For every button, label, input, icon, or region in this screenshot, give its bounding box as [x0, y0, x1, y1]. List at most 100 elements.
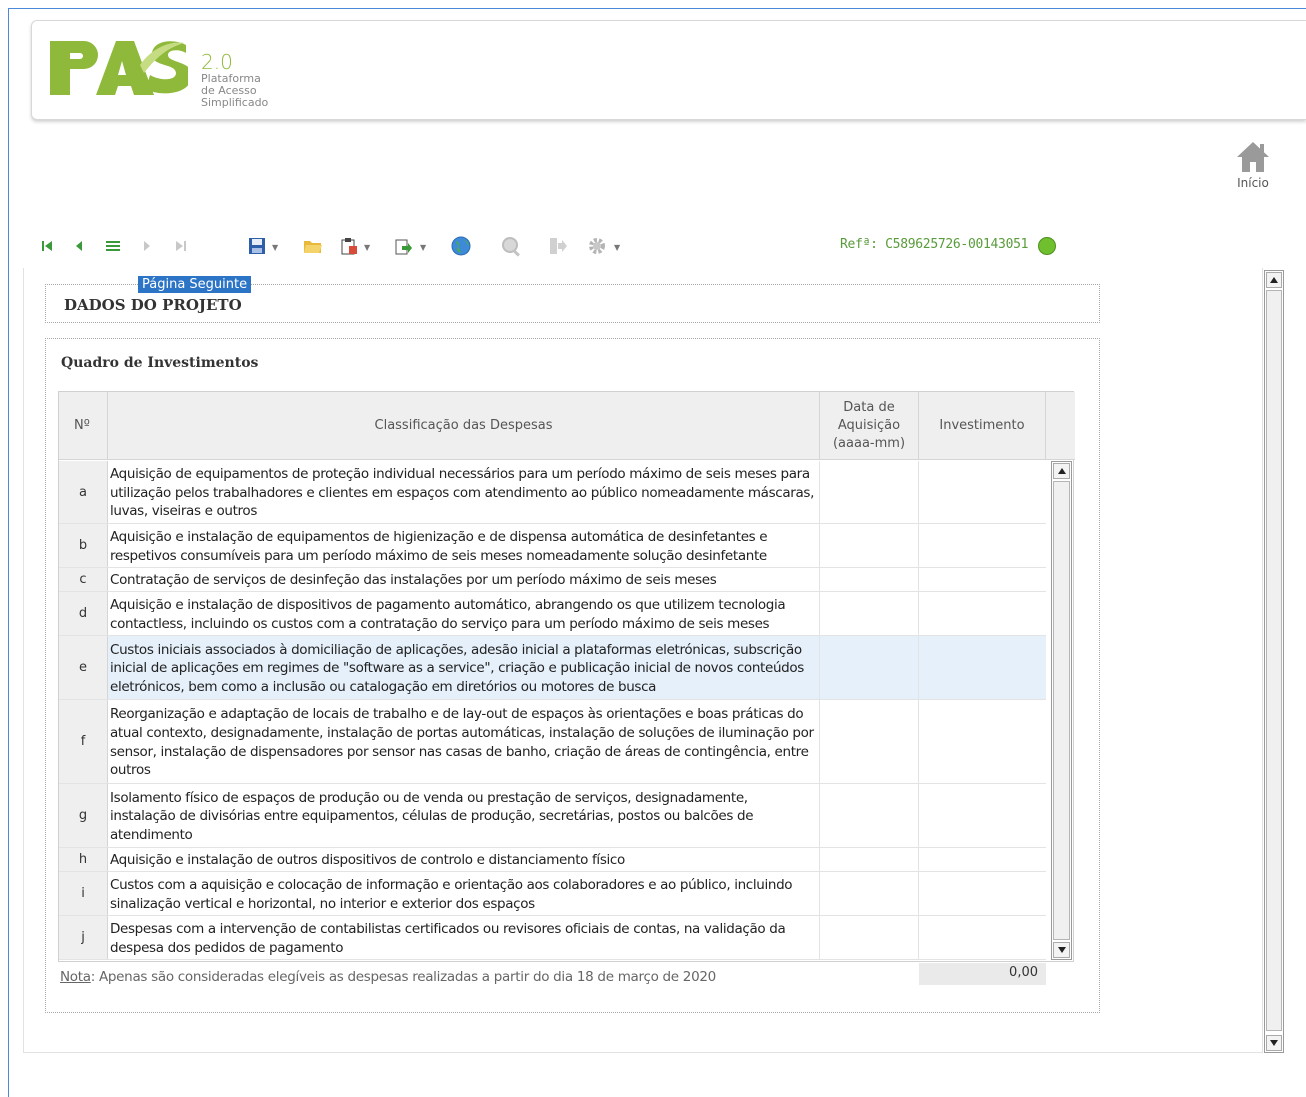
investment-cell[interactable] [919, 916, 1046, 959]
header: 2.0 Plataforma de Acesso Simplificado [31, 20, 1306, 120]
clipboard-dropdown-icon[interactable]: ▼ [364, 243, 370, 252]
row-number: h [59, 848, 108, 871]
row-number: g [59, 784, 108, 847]
acquisition-date-cell[interactable] [820, 784, 919, 847]
table-row[interactable]: b Aquisição e instalação de equipamentos … [59, 524, 1046, 568]
row-number: c [59, 568, 108, 591]
row-number: j [59, 916, 108, 959]
exit-icon[interactable] [546, 232, 568, 260]
column-header-date: Data de Aquisição (aaaa-mm) [820, 392, 919, 460]
investment-cell[interactable] [919, 461, 1046, 523]
investments-title: Quadro de Investimentos [61, 355, 259, 371]
open-folder-icon[interactable] [302, 232, 324, 260]
expense-classification: Contratação de serviços de desinfeção da… [108, 568, 820, 591]
home-label: Início [1237, 176, 1269, 190]
frame-border-left [8, 8, 9, 1097]
row-number: a [59, 461, 108, 523]
expense-classification: Aquisição e instalação de equipamentos d… [108, 524, 820, 567]
table-row[interactable]: h Aquisição e instalação de outros dispos… [59, 848, 1046, 872]
investment-total: 0,00 [919, 963, 1046, 985]
frame-border-top [8, 8, 1306, 9]
acquisition-date-cell[interactable] [820, 461, 919, 523]
acquisition-date-cell[interactable] [820, 700, 919, 783]
row-number: b [59, 524, 108, 567]
expense-classification: Aquisição e instalação de outros disposi… [108, 848, 820, 871]
acquisition-date-cell[interactable] [820, 872, 919, 915]
table-scroll-down-button[interactable] [1053, 942, 1070, 958]
investment-cell[interactable] [919, 784, 1046, 847]
expense-classification: Aquisição e instalação de dispositivos d… [108, 592, 820, 635]
clipboard-icon[interactable] [338, 232, 360, 260]
acquisition-date-cell[interactable] [820, 916, 919, 959]
row-number: d [59, 592, 108, 635]
acquisition-date-cell[interactable] [820, 592, 919, 635]
search-icon[interactable] [500, 232, 522, 260]
table-row[interactable]: a Aquisição de equipamentos de proteção i… [59, 461, 1046, 524]
acquisition-date-cell[interactable] [820, 636, 919, 699]
export-icon[interactable] [392, 232, 414, 260]
expense-classification: Isolamento físico de espaços de produção… [108, 784, 820, 847]
investment-cell[interactable] [919, 872, 1046, 915]
table-row[interactable]: i Custos com a aquisição e colocação de i… [59, 872, 1046, 916]
investments-table: Nº Classificação das Despesas Data de Aq… [58, 391, 1075, 962]
table-row[interactable]: f Reorganização e adaptação de locais de … [59, 700, 1046, 784]
page-scrollbar[interactable] [1264, 270, 1284, 1053]
list-icon[interactable] [102, 232, 124, 260]
expense-classification: Custos iniciais associados à domiciliaçã… [108, 636, 820, 699]
logo-version: 2.0 [201, 50, 233, 74]
first-page-icon[interactable] [36, 232, 58, 260]
home-button[interactable]: Início [1232, 140, 1274, 190]
gear-dropdown-icon[interactable]: ▼ [614, 243, 620, 252]
acquisition-date-cell[interactable] [820, 524, 919, 567]
column-header-investment: Investimento [919, 392, 1046, 460]
table-scroll-up-button[interactable] [1053, 463, 1070, 479]
investment-cell[interactable] [919, 592, 1046, 635]
scroll-thumb[interactable] [1266, 290, 1282, 1031]
investment-cell[interactable] [919, 524, 1046, 567]
next-page-tooltip: Página Seguinte [138, 276, 252, 293]
acquisition-date-cell[interactable] [820, 568, 919, 591]
save-icon[interactable] [246, 232, 268, 260]
status-indicator [1038, 237, 1056, 255]
row-number: i [59, 872, 108, 915]
acquisition-date-cell[interactable] [820, 848, 919, 871]
logo-line-3: Simplificado [201, 96, 269, 109]
column-header-classification: Classificação das Despesas [108, 392, 820, 460]
investment-cell[interactable] [919, 568, 1046, 591]
expense-classification: Despesas com a intervenção de contabilis… [108, 916, 820, 959]
expense-classification: Reorganização e adaptação de locais de t… [108, 700, 820, 783]
table-row[interactable]: e Custos iniciais associados à domiciliaç… [59, 636, 1046, 700]
note-text: : Apenas são consideradas elegíveis as d… [90, 969, 717, 985]
next-page-icon[interactable] [136, 232, 158, 260]
pas-logo[interactable]: 2.0 Plataforma de Acesso Simplificado [48, 35, 288, 109]
table-scrollbar[interactable] [1051, 461, 1072, 960]
pas-logo-text: 2.0 Plataforma de Acesso Simplificado [201, 51, 268, 109]
prev-page-icon[interactable] [68, 232, 90, 260]
toolbar: ▼ ▼ ▼ ▼ [36, 232, 636, 260]
table-row[interactable]: g Isolamento físico de espaços de produçã… [59, 784, 1046, 848]
save-dropdown-icon[interactable]: ▼ [272, 243, 278, 252]
scroll-down-button[interactable] [1266, 1035, 1282, 1051]
investment-cell[interactable] [919, 700, 1046, 783]
export-dropdown-icon[interactable]: ▼ [420, 243, 426, 252]
eligibility-note: Nota: Apenas são consideradas elegíveis … [60, 969, 716, 985]
table-scroll-thumb[interactable] [1053, 481, 1070, 940]
expense-classification: Aquisição de equipamentos de proteção in… [108, 461, 820, 523]
home-icon [1237, 142, 1269, 172]
globe-icon[interactable] [450, 232, 472, 260]
column-header-no: Nº [59, 392, 108, 460]
investment-cell[interactable] [919, 848, 1046, 871]
row-number: e [59, 636, 108, 699]
scroll-up-button[interactable] [1266, 272, 1282, 288]
last-page-icon[interactable] [170, 232, 192, 260]
expense-classification: Custos com a aquisição e colocação de in… [108, 872, 820, 915]
table-row[interactable]: d Aquisição e instalação de dispositivos … [59, 592, 1046, 636]
investment-cell[interactable] [919, 636, 1046, 699]
gear-icon[interactable] [586, 232, 608, 260]
row-number: f [59, 700, 108, 783]
note-label: Nota [60, 969, 91, 985]
process-reference: Refª: C589625726-00143051 [840, 237, 1029, 252]
table-row[interactable]: c Contratação de serviços de desinfeção d… [59, 568, 1046, 592]
table-row[interactable]: j Despesas com a intervenção de contabili… [59, 916, 1046, 960]
section-title: DADOS DO PROJETO [64, 296, 242, 314]
